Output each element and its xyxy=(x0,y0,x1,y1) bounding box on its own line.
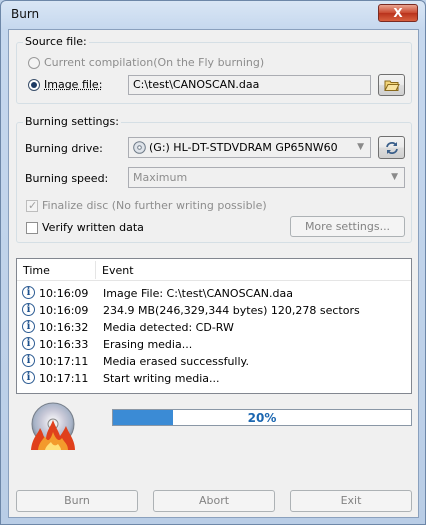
info-icon: i xyxy=(22,371,35,384)
window-title: Burn xyxy=(11,7,40,21)
finalize-disc-checkbox[interactable]: ✓ xyxy=(26,199,38,212)
log-event: Start writing media... xyxy=(103,372,220,385)
log-event: Image File: C:\test\CANOSCAN.daa xyxy=(103,287,293,300)
burning-disc-icon xyxy=(26,402,80,455)
log-event: Erasing media... xyxy=(103,338,193,351)
dialog-body: Source file: Current compilation(On the … xyxy=(8,29,419,518)
log-row[interactable]: i 10:17:11 Media erased successfully. xyxy=(17,353,411,370)
log-time: 10:17:11 xyxy=(39,355,89,368)
finalize-disc-label: Finalize disc (No further writing possib… xyxy=(42,199,267,212)
log-event: 234.9 MB(246,329,344 bytes) 120,278 sect… xyxy=(103,304,360,317)
burning-drive-value: (G:) HL-DT-STDVDRAM GP65NW60 xyxy=(149,141,338,154)
log-row[interactable]: i 10:16:32 Media detected: CD-RW xyxy=(17,319,411,336)
log-event: Media detected: CD-RW xyxy=(103,321,234,334)
verify-data-checkbox[interactable] xyxy=(26,222,38,234)
refresh-drives-button[interactable] xyxy=(378,136,405,159)
abort-button[interactable]: Abort xyxy=(153,490,275,512)
log-row[interactable]: i 10:16:33 Erasing media... xyxy=(17,336,411,353)
progress-percent: 20% xyxy=(247,411,277,425)
more-settings-button[interactable]: More settings... xyxy=(290,216,405,237)
info-icon: i xyxy=(22,286,35,299)
disc-drive-icon xyxy=(133,141,146,157)
chevron-down-icon: ▼ xyxy=(357,142,364,152)
image-file-label: Image file: xyxy=(44,78,103,91)
burning-drive-label: Burning drive: xyxy=(25,142,103,155)
burn-dialog: Burn X Source file: Current compilation(… xyxy=(0,0,426,525)
source-file-legend: Source file: xyxy=(23,35,89,48)
image-file-radio[interactable] xyxy=(28,79,40,91)
event-log-list[interactable]: Time Event i 10:16:09 Image File: C:\tes… xyxy=(16,258,412,394)
log-row[interactable]: i 10:16:09 234.9 MB(246,329,344 bytes) 1… xyxy=(17,302,411,319)
image-file-path-field[interactable]: C:\test\CANOSCAN.daa xyxy=(128,75,371,95)
event-column-header[interactable]: Event xyxy=(102,264,134,277)
info-icon: i xyxy=(22,354,35,367)
current-compilation-radio[interactable] xyxy=(28,57,40,69)
source-file-group: Source file: Current compilation(On the … xyxy=(16,35,412,104)
close-button[interactable]: X xyxy=(378,4,418,22)
burning-settings-legend: Burning settings: xyxy=(23,115,121,128)
browse-button[interactable] xyxy=(378,74,405,96)
info-icon: i xyxy=(22,303,35,316)
burn-progress-bar: 20% xyxy=(112,409,412,426)
refresh-icon xyxy=(384,142,400,159)
log-header: Time Event xyxy=(17,259,411,281)
burn-button-label: Burn xyxy=(64,494,90,507)
burning-speed-label: Burning speed: xyxy=(25,172,109,185)
info-icon: i xyxy=(22,337,35,350)
column-divider[interactable] xyxy=(95,261,96,279)
log-row[interactable]: i 10:16:09 Image File: C:\test\CANOSCAN.… xyxy=(17,285,411,302)
abort-button-label: Abort xyxy=(198,494,230,507)
burning-drive-select[interactable]: (G:) HL-DT-STDVDRAM GP65NW60 ▼ xyxy=(128,137,371,158)
exit-button[interactable]: Exit xyxy=(290,490,412,512)
burning-speed-value: Maximum xyxy=(133,171,188,184)
log-time: 10:16:09 xyxy=(39,287,89,300)
log-time: 10:16:09 xyxy=(39,304,89,317)
info-icon: i xyxy=(22,320,35,333)
folder-open-icon xyxy=(383,80,400,95)
time-column-header[interactable]: Time xyxy=(23,264,50,277)
exit-button-label: Exit xyxy=(340,494,362,507)
log-time: 10:17:11 xyxy=(39,372,89,385)
burning-settings-group: Burning settings: Burning drive: (G:) HL… xyxy=(16,115,412,243)
log-time: 10:16:32 xyxy=(39,321,89,334)
current-compilation-label: Current compilation(On the Fly burning) xyxy=(44,56,265,69)
log-row[interactable]: i 10:17:11 Start writing media... xyxy=(17,370,411,387)
verify-data-label: Verify written data xyxy=(42,221,144,234)
log-event: Media erased successfully. xyxy=(103,355,249,368)
burn-button[interactable]: Burn xyxy=(16,490,138,512)
chevron-down-icon: ▼ xyxy=(391,172,398,182)
burning-speed-select[interactable]: Maximum ▼ xyxy=(128,167,405,188)
log-time: 10:16:33 xyxy=(39,338,89,351)
